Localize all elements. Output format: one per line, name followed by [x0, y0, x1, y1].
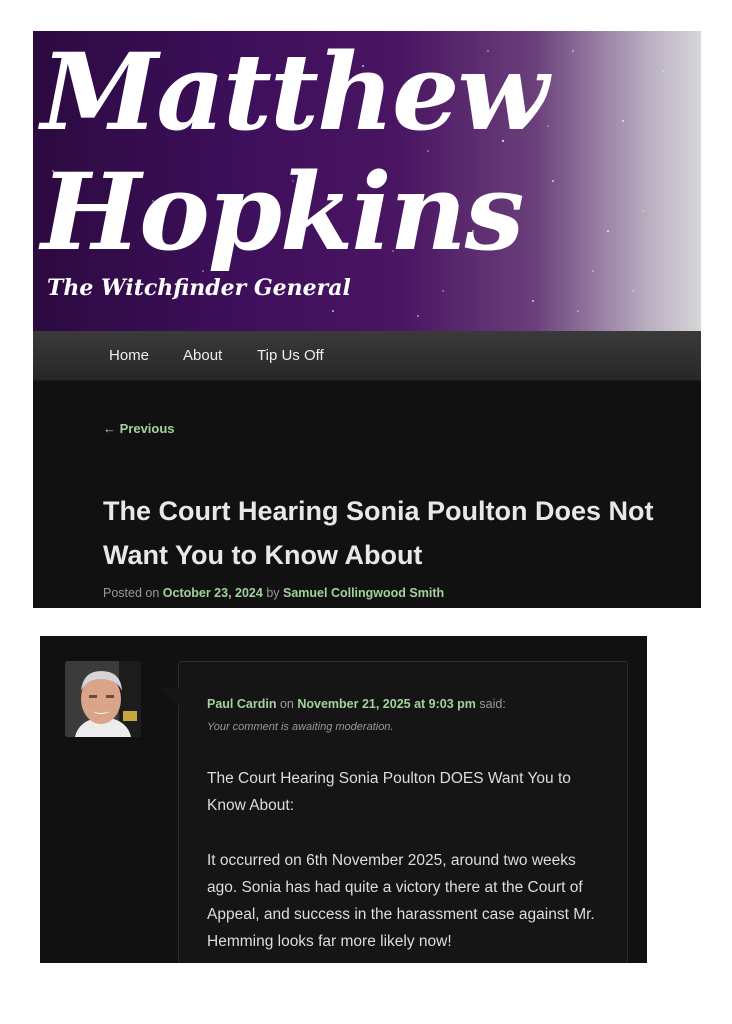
site-title-line-1[interactable]: Matthew — [41, 31, 549, 154]
site-page: Matthew Hopkins The Witchfinder General … — [33, 31, 701, 608]
nav-item-tip-us-off[interactable]: Tip Us Off — [257, 347, 324, 364]
comment-section: Paul Cardin on November 21, 2025 at 9:03… — [40, 636, 647, 963]
avatar — [65, 661, 141, 737]
comment-paragraph: It occurred on 6th November 2025, around… — [207, 852, 595, 950]
previous-post-link[interactable]: ← Previous — [103, 421, 175, 436]
comment-date-link[interactable]: November 21, 2025 at 9:03 pm — [297, 697, 476, 711]
site-title-line-2[interactable]: Hopkins — [41, 149, 524, 274]
commenter-photo — [65, 661, 141, 737]
comment-paragraph: The Court Hearing Sonia Poulton DOES Wan… — [207, 770, 571, 814]
post-date-link[interactable]: October 23, 2024 — [163, 586, 263, 600]
post-title: The Court Hearing Sonia Poulton Does Not… — [103, 496, 654, 570]
site-tagline: The Witchfinder General — [47, 275, 351, 301]
post-meta: Posted on October 23, 2024 by Samuel Col… — [103, 586, 444, 600]
said-label: said: — [479, 697, 506, 711]
comment-author-link[interactable]: Paul Cardin — [207, 697, 276, 711]
post-author-link[interactable]: Samuel Collingwood Smith — [283, 586, 444, 600]
comment-bubble-pointer — [157, 688, 179, 706]
nav-item-about[interactable]: About — [183, 347, 222, 364]
by-label: by — [266, 586, 280, 600]
main-navigation: Home About Tip Us Off — [33, 331, 701, 381]
comment-bubble: Paul Cardin on November 21, 2025 at 9:03… — [157, 661, 628, 963]
nav-item-home[interactable]: Home — [109, 347, 149, 364]
comment-meta: Paul Cardin on November 21, 2025 at 9:03… — [207, 697, 506, 711]
on-label: on — [279, 697, 294, 711]
header-banner[interactable]: Matthew Hopkins The Witchfinder General — [33, 31, 701, 331]
moderation-notice: Your comment is awaiting moderation. — [207, 721, 394, 733]
posted-on-label: Posted on — [103, 586, 160, 600]
